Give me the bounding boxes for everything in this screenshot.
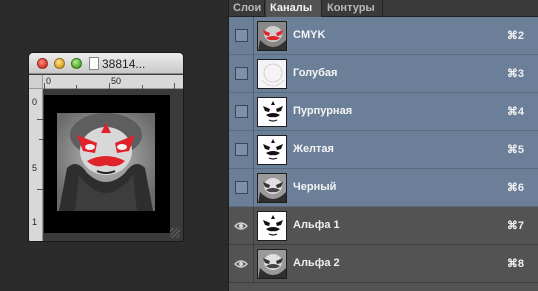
channel-row[interactable]: Альфа 1 ⌘7: [229, 207, 538, 245]
channel-thumbnail[interactable]: [257, 21, 287, 51]
channel-row[interactable]: Альфа 2 ⌘8: [229, 245, 538, 283]
channel-shortcut: ⌘4: [506, 106, 524, 118]
channel-row[interactable]: Пурпурная ⌘4: [229, 93, 538, 131]
checkbox-icon: [235, 29, 248, 42]
column-divider: [253, 169, 254, 206]
resize-grip[interactable]: [170, 228, 180, 238]
channel-name[interactable]: CMYK: [293, 29, 325, 41]
channel-thumbnail[interactable]: [257, 173, 287, 203]
canvas-area[interactable]: [44, 90, 183, 241]
minimize-window-button[interactable]: [54, 58, 65, 69]
channel-name[interactable]: Альфа 1: [293, 219, 340, 231]
ruler-origin[interactable]: [29, 75, 43, 89]
channel-list: CMYK ⌘2 Голубая ⌘3 Пурпурная ⌘4 Желтая ⌘5 Черный…: [229, 17, 538, 291]
column-divider: [253, 55, 254, 92]
channel-shortcut: ⌘7: [506, 220, 524, 232]
channel-shortcut: ⌘3: [506, 68, 524, 80]
document-icon: [89, 57, 99, 70]
checkbox-icon: [235, 105, 248, 118]
document-canvas[interactable]: [44, 95, 170, 233]
channel-row[interactable]: Голубая ⌘3: [229, 55, 538, 93]
channel-thumbnail[interactable]: [257, 249, 287, 279]
channel-row[interactable]: CMYK ⌘2: [229, 17, 538, 55]
channels-panel: Слои Каналы Контуры CMYK ⌘2 Голубая ⌘3 Пурпу…: [228, 0, 538, 291]
ruler-mark: 0: [46, 76, 52, 86]
channel-thumbnail[interactable]: [257, 135, 287, 165]
column-divider: [253, 131, 254, 168]
tab-paths[interactable]: Контуры: [323, 0, 383, 17]
column-divider: [253, 245, 254, 282]
ruler-mark: 5: [32, 163, 38, 173]
checkbox-icon: [235, 67, 248, 80]
document-title: 38814...: [102, 57, 146, 71]
tab-channels[interactable]: Каналы: [266, 0, 322, 17]
channel-shortcut: ⌘6: [506, 182, 524, 194]
channel-name[interactable]: Альфа 2: [293, 257, 340, 269]
channel-name[interactable]: Голубая: [293, 67, 337, 79]
visibility-checkbox[interactable]: [233, 28, 249, 44]
vertical-ruler[interactable]: 0 5 1: [29, 89, 43, 241]
channel-shortcut: ⌘8: [506, 258, 524, 270]
channel-thumbnail[interactable]: [257, 97, 287, 127]
ruler-mark: 0: [32, 97, 38, 107]
visibility-checkbox[interactable]: [233, 180, 249, 196]
channel-shortcut: ⌘5: [506, 144, 524, 156]
channel-row[interactable]: Желтая ⌘5: [229, 131, 538, 169]
channel-name[interactable]: Черный: [293, 181, 336, 193]
window-titlebar[interactable]: 38814...: [29, 53, 183, 74]
checkbox-icon: [235, 143, 248, 156]
close-window-button[interactable]: [37, 58, 48, 69]
zoom-window-button[interactable]: [71, 58, 82, 69]
channel-thumbnail[interactable]: [257, 59, 287, 89]
channel-name[interactable]: Желтая: [293, 143, 334, 155]
ruler-mark: 50: [111, 76, 122, 86]
channel-row[interactable]: Черный ⌘6: [229, 169, 538, 207]
checkbox-icon: [235, 181, 248, 194]
visibility-eye-icon[interactable]: [233, 256, 249, 272]
visibility-checkbox[interactable]: [233, 66, 249, 82]
channel-thumbnail[interactable]: [257, 211, 287, 241]
channel-shortcut: ⌘2: [506, 30, 524, 42]
visibility-checkbox[interactable]: [233, 104, 249, 120]
horizontal-ruler[interactable]: 0 50: [43, 75, 183, 89]
column-divider: [253, 207, 254, 244]
bearded-face-image: [57, 113, 155, 211]
document-window: 38814... 0 50 0 5 1: [28, 52, 184, 242]
visibility-eye-icon[interactable]: [233, 218, 249, 234]
tab-layers[interactable]: Слои: [229, 0, 265, 17]
column-divider: [253, 17, 254, 54]
column-divider: [253, 93, 254, 130]
visibility-checkbox[interactable]: [233, 142, 249, 158]
panel-tabbar: Слои Каналы Контуры: [229, 0, 538, 17]
ruler-mark: 1: [32, 217, 38, 227]
channel-name[interactable]: Пурпурная: [293, 105, 352, 117]
